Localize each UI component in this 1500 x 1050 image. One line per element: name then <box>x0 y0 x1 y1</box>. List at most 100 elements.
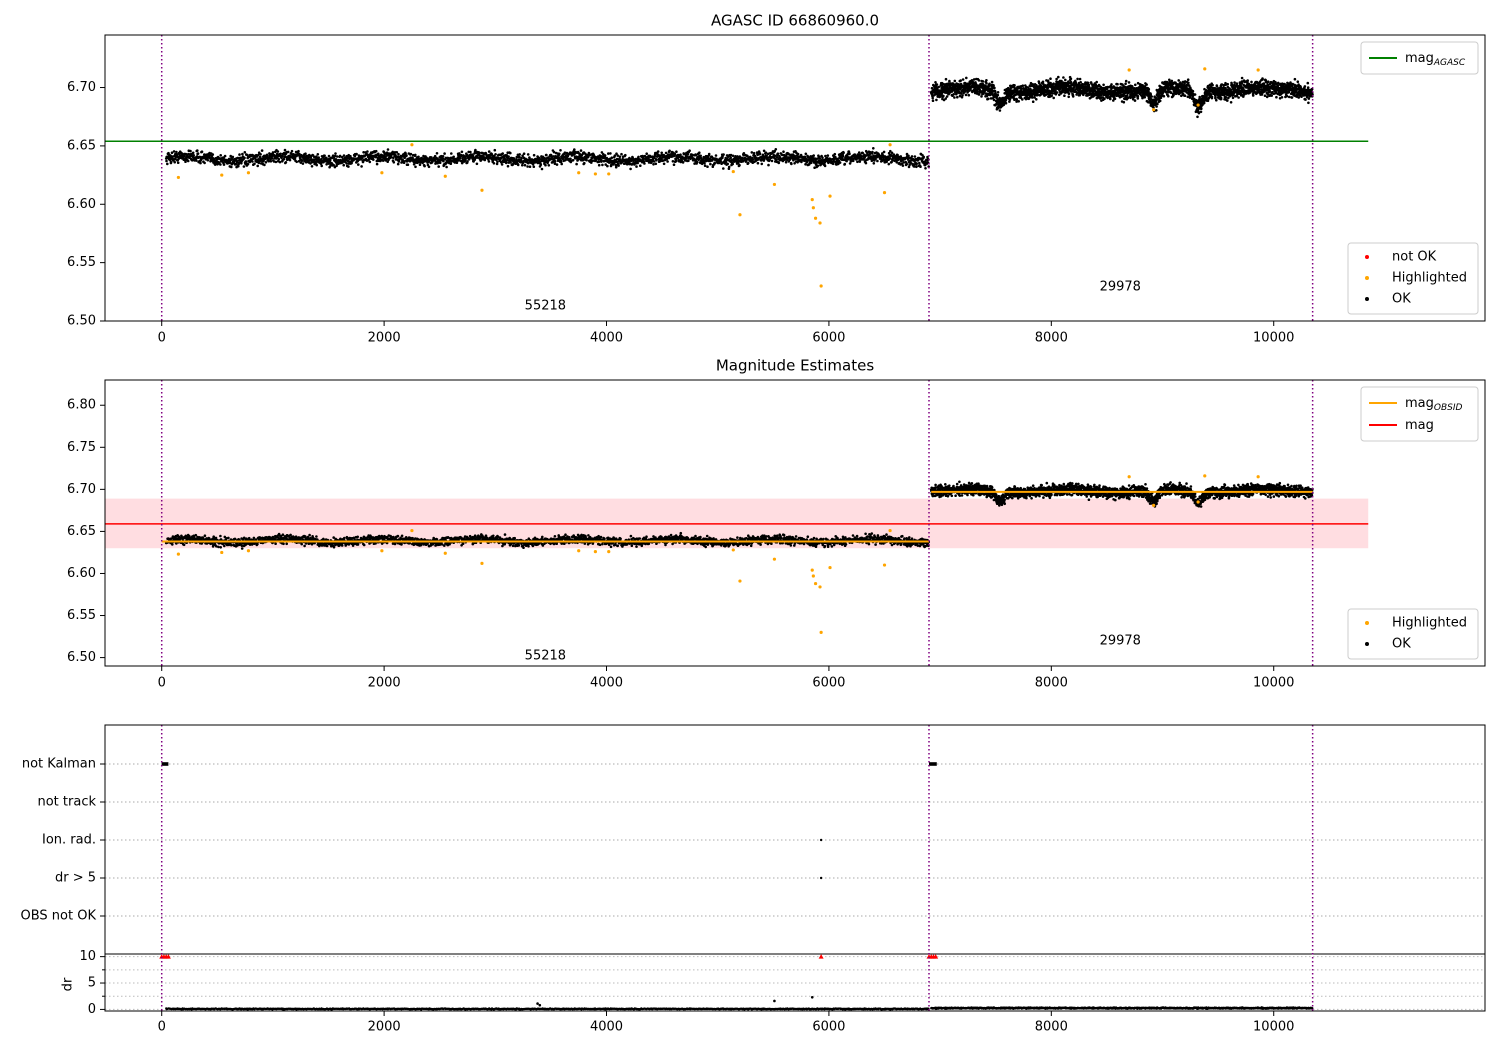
ok-point <box>172 150 176 153</box>
ok-point <box>1265 95 1269 99</box>
ok-point <box>1167 94 1170 98</box>
ok-point <box>516 163 520 167</box>
ok-point <box>872 147 875 150</box>
ok-point <box>919 165 922 168</box>
ok-point <box>1071 95 1075 98</box>
ok-point <box>277 157 281 161</box>
ok-point <box>674 159 678 163</box>
ok-point <box>173 160 176 164</box>
ok-point <box>1209 93 1213 96</box>
ok-point <box>601 163 604 167</box>
ok-point <box>231 155 235 159</box>
ok-point <box>706 165 709 168</box>
ok-point <box>679 153 682 156</box>
ok-point <box>518 153 521 156</box>
ok-point <box>1062 76 1065 79</box>
ok-point <box>709 162 712 166</box>
ok-point <box>1147 87 1151 91</box>
ok-point <box>290 149 294 153</box>
ok-point <box>449 162 453 165</box>
ok-point <box>731 162 734 166</box>
ok-point <box>1109 97 1112 101</box>
ok-point <box>823 164 827 168</box>
ok-point <box>1106 96 1109 100</box>
ok-point <box>624 153 627 157</box>
ok-point <box>714 154 718 157</box>
ok-point <box>645 152 648 155</box>
ok-point <box>573 148 576 151</box>
ok-point <box>785 154 788 158</box>
ok-point <box>256 164 260 168</box>
ok-point <box>579 149 583 152</box>
ok-point <box>288 158 292 162</box>
ok-point <box>1124 82 1127 86</box>
ok-point <box>1210 95 1214 99</box>
ok-point <box>276 150 280 153</box>
ok-point <box>688 149 691 152</box>
ok-point <box>1231 96 1235 100</box>
ok-point <box>1145 83 1148 86</box>
ok-point <box>853 153 857 156</box>
ok-point <box>707 152 711 156</box>
ok-point <box>695 160 699 164</box>
ok-point <box>1214 95 1217 99</box>
ok-point <box>345 162 348 165</box>
ok-point <box>219 163 222 166</box>
ok-point <box>1076 77 1079 81</box>
ok-point <box>1200 107 1203 110</box>
ok-point <box>1050 94 1053 98</box>
ok-point <box>396 162 400 166</box>
ok-point <box>1229 101 1233 104</box>
ok-point <box>559 149 562 152</box>
ok-point <box>544 163 547 167</box>
ok-point <box>286 150 290 154</box>
ok-point <box>731 154 735 158</box>
ok-point <box>206 158 210 162</box>
ok-point <box>583 161 586 165</box>
ok-point <box>1229 88 1233 91</box>
ok-point <box>360 165 363 168</box>
ok-point <box>1224 95 1228 99</box>
ok-point <box>614 165 618 169</box>
ok-point <box>269 160 273 163</box>
ok-point <box>452 155 456 159</box>
ok-point <box>915 165 918 169</box>
ok-point <box>597 160 601 164</box>
ok-point <box>871 150 874 154</box>
ok-point <box>1275 95 1278 99</box>
ok-point <box>526 153 530 156</box>
ok-point <box>539 163 543 167</box>
ok-point <box>1095 80 1098 84</box>
ok-point <box>967 93 971 97</box>
ok-point <box>496 160 499 164</box>
ok-point <box>1211 83 1214 87</box>
ok-point <box>334 152 337 155</box>
ok-point <box>784 160 788 164</box>
ok-point <box>1069 80 1073 84</box>
ok-point <box>924 167 927 170</box>
ok-point <box>342 154 346 157</box>
ok-point <box>843 162 847 166</box>
ok-point <box>756 161 760 165</box>
ok-point <box>301 162 305 165</box>
plot-area <box>105 35 1369 321</box>
ok-point <box>1067 92 1071 96</box>
ok-point <box>1143 96 1146 99</box>
ok-point <box>959 79 962 82</box>
ok-point <box>944 77 948 81</box>
ok-point <box>375 162 379 166</box>
ok-point <box>887 162 891 166</box>
ok-point <box>864 161 868 165</box>
ok-point <box>368 160 372 164</box>
ok-point <box>328 158 332 162</box>
ok-point <box>244 160 248 163</box>
ok-point <box>475 162 479 166</box>
ok-point <box>199 161 202 165</box>
ok-point <box>263 163 266 167</box>
ok-point <box>636 161 639 165</box>
ok-point <box>1280 96 1284 99</box>
ok-point <box>295 160 299 164</box>
ok-point <box>824 154 827 158</box>
ok-point <box>848 152 851 156</box>
ok-point <box>1196 115 1199 119</box>
